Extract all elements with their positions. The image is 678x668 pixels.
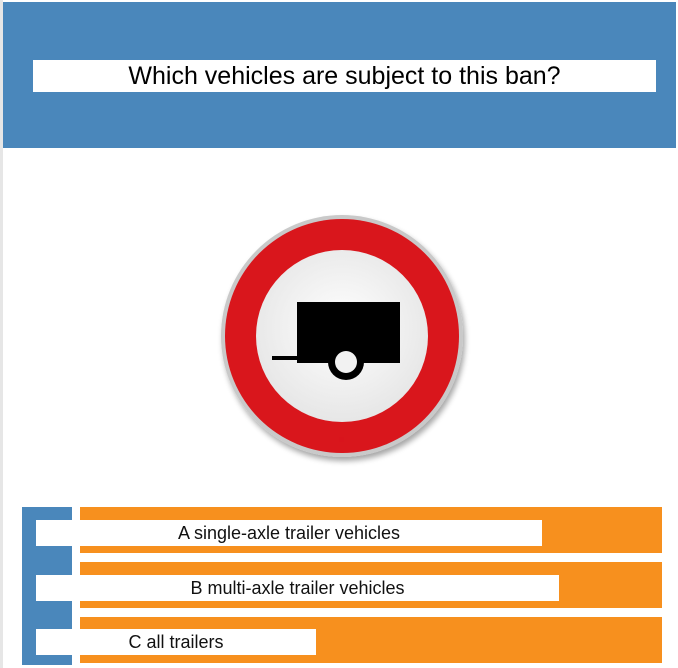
answer-option-b-label[interactable]: B multi-axle trailer vehicles [36,575,559,601]
answer-option-c-label[interactable]: C all trailers [36,629,316,655]
question-text: Which vehicles are subject to this ban? [33,60,656,92]
no-trailers-sign-icon [215,210,473,468]
answer-option-a-label[interactable]: A single-axle trailer vehicles [36,520,542,546]
